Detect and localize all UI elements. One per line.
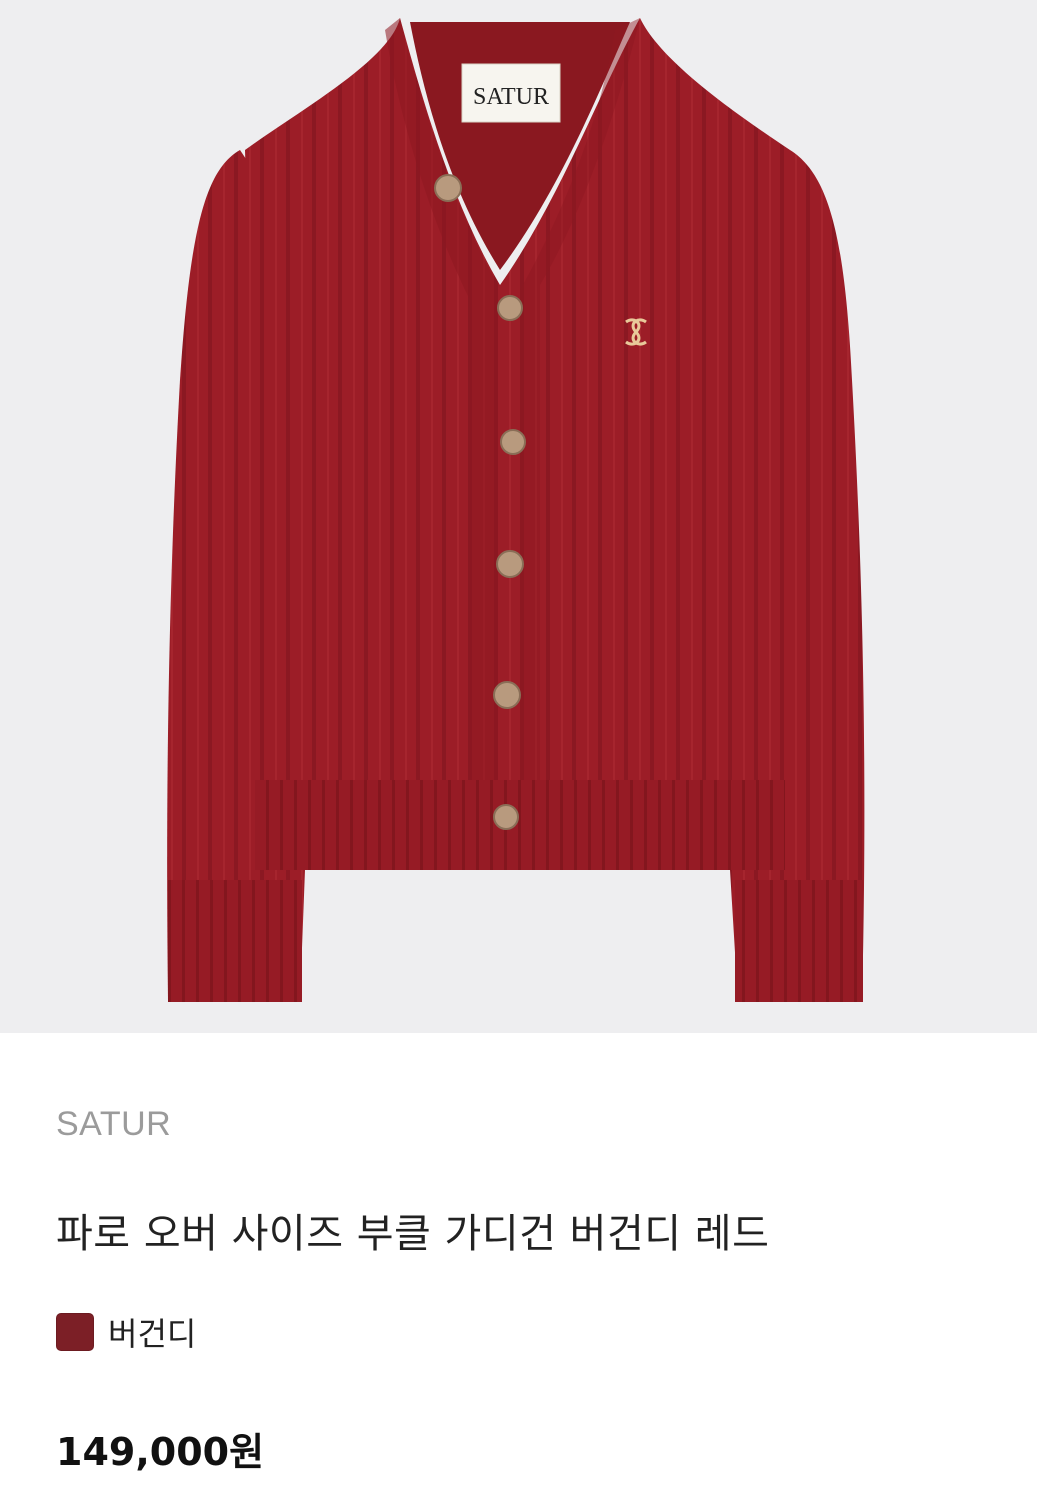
color-swatch[interactable] (56, 1313, 94, 1351)
color-option[interactable]: 버건디 (56, 1309, 196, 1355)
right-cuff (735, 880, 863, 1002)
product-info: SATUR 파로 오버 사이즈 부클 가디건 버건디 레드 버건디 149,00… (0, 1033, 1037, 1500)
product-detail-page: SATUR SATUR 파로 오버 사이즈 부클 가디건 버건디 레드 버건디 (0, 0, 1037, 1500)
hem-rib (255, 780, 785, 870)
color-label: 버건디 (108, 1315, 197, 1353)
garment-label-text: SATUR (473, 84, 549, 110)
brand-name[interactable]: SATUR (56, 1105, 171, 1144)
product-image[interactable]: SATUR (0, 0, 1037, 1033)
product-title[interactable]: 파로 오버 사이즈 부클 가디건 버건디 레드 (56, 1201, 769, 1259)
left-cuff (168, 880, 302, 1002)
cardigan-illustration: SATUR (167, 18, 865, 1002)
product-price: 149,000원 (56, 1430, 265, 1474)
